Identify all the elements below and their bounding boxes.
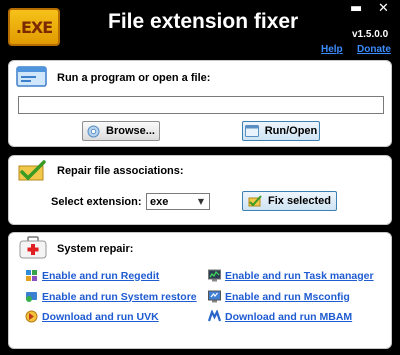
task-manager-icon xyxy=(208,269,221,282)
mbam-label: Download and run MBAM xyxy=(225,310,353,323)
task-manager-label: Enable and run Task manager xyxy=(225,269,374,282)
uvk-label: Download and run UVK xyxy=(42,310,159,323)
help-link[interactable]: Help xyxy=(321,44,343,55)
msconfig-label: Enable and run Msconfig xyxy=(225,290,350,303)
version-label: v1.5.0.0 xyxy=(352,29,389,40)
run-icon xyxy=(244,125,259,137)
run-heading: Run a program or open a file: xyxy=(57,72,211,84)
mbam-icon xyxy=(208,310,221,322)
extension-select-value: exe xyxy=(150,195,169,208)
run-panel: Run a program or open a file: Browse... … xyxy=(8,60,392,147)
browse-button[interactable]: Browse... xyxy=(82,121,160,141)
uvk-icon xyxy=(25,310,38,323)
app-title: File extension fixer xyxy=(108,10,299,33)
regedit-icon xyxy=(26,270,37,281)
fix-selected-label: Fix selected xyxy=(268,195,331,207)
browse-icon xyxy=(87,125,100,137)
logo-text: .EXE xyxy=(15,17,53,37)
regedit-link[interactable]: Enable and run Regedit xyxy=(25,269,159,282)
system-restore-icon xyxy=(26,292,37,302)
task-manager-link[interactable]: Enable and run Task manager xyxy=(208,269,374,282)
close-button[interactable]: ✕ xyxy=(378,2,389,16)
donate-link[interactable]: Donate xyxy=(357,44,391,55)
msconfig-icon xyxy=(208,290,221,303)
select-extension-label: Select extension: xyxy=(51,196,142,208)
chevron-down-icon: ▼ xyxy=(197,197,205,206)
path-input[interactable] xyxy=(18,96,384,114)
system-repair-heading: System repair: xyxy=(57,243,134,255)
msconfig-link[interactable]: Enable and run Msconfig xyxy=(208,290,350,303)
run-open-button[interactable]: Run/Open xyxy=(242,121,320,141)
system-restore-link[interactable]: Enable and run System restore xyxy=(25,290,197,303)
regedit-label: Enable and run Regedit xyxy=(42,269,160,282)
repair-heading: Repair file associations: xyxy=(57,165,184,177)
extension-select[interactable]: exe ▼ xyxy=(146,193,210,210)
minimize-button[interactable]: ▬ xyxy=(350,2,362,16)
mbam-link[interactable]: Download and run MBAM xyxy=(208,310,352,323)
run-open-label: Run/Open xyxy=(264,125,318,137)
uvk-link[interactable]: Download and run UVK xyxy=(25,310,159,323)
fix-selected-button[interactable]: Fix selected xyxy=(242,191,337,211)
fix-icon xyxy=(248,195,262,207)
system-restore-label: Enable and run System restore xyxy=(42,290,197,303)
browse-label: Browse... xyxy=(106,125,155,137)
system-repair-panel: System repair: Enable and run Regedit En… xyxy=(8,232,392,349)
first-aid-kit-icon xyxy=(19,236,47,259)
run-window-icon xyxy=(16,66,47,87)
repair-panel: Repair file associations: Select extensi… xyxy=(8,155,392,225)
app-logo: .EXE xyxy=(8,8,60,46)
checkmark-document-icon xyxy=(18,160,46,181)
